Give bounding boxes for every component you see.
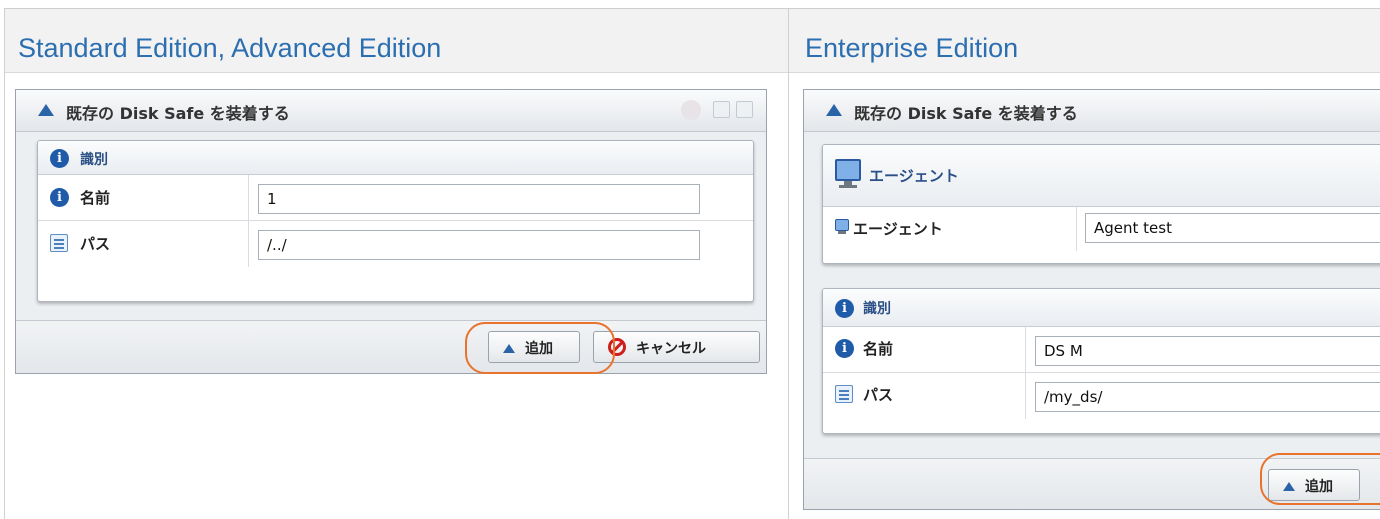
identification-panel: i 識別 i 名前 パス [822,288,1380,434]
agent-section-label: エージェント [869,167,959,185]
path-icon [50,234,68,252]
info-icon: i [50,188,69,207]
close-icon[interactable] [736,101,753,118]
add-button-highlight [465,322,615,374]
enterprise-edition-column: Enterprise Edition 既存の Disk Safe を装着する エ… [789,9,1380,519]
identification-header: i 識別 [823,289,1380,327]
path-input[interactable] [258,230,700,260]
status-dot-icon [681,100,701,120]
name-label: 名前 [863,340,894,358]
path-label: パス [80,235,111,253]
info-icon: i [835,299,854,318]
dialog-titlebar: 既存の Disk Safe を装着する [16,90,766,132]
info-icon: i [50,149,69,168]
info-icon: i [835,339,854,358]
identification-header: i 識別 [38,141,753,175]
dialog-title: 既存の Disk Safe を装着する [66,104,290,123]
identification-panel: i 識別 i 名前 パス [37,140,754,302]
dialog-titlebar: 既存の Disk Safe を装着する [804,90,1380,132]
name-label: 名前 [80,189,111,207]
left-attach-disk-safe-dialog: 既存の Disk Safe を装着する i 識別 i 名前 1 パス /../ … [15,89,767,374]
triangle-up-icon [38,104,54,116]
standard-edition-heading: Standard Edition, Advanced Edition [5,9,788,73]
name-row: i 名前 [823,327,1380,373]
dialog-footer: 追加 キャンセル [16,320,766,373]
identification-label: 識別 [863,301,891,317]
standard-edition-column: Standard Edition, Advanced Edition 既存の D… [4,9,789,519]
agent-row: エージェント [823,207,1380,251]
right-attach-disk-safe-dialog: 既存の Disk Safe を装着する エージェント エージェント Agent … [803,89,1380,510]
path-label: パス [863,386,894,404]
path-row: パス [823,373,1380,419]
agent-label: エージェント [853,220,943,238]
agent-header: エージェント [823,145,1380,207]
triangle-up-icon [826,104,842,116]
maximize-icon[interactable] [713,101,730,118]
path-row: パス [38,221,753,267]
name-input[interactable] [1035,336,1380,366]
cancel-button[interactable]: キャンセル [593,331,760,363]
comparison-table: Standard Edition, Advanced Edition 既存の D… [4,8,1380,519]
enterprise-edition-heading: Enterprise Edition [789,9,1380,73]
agent-panel: エージェント エージェント [822,144,1380,264]
name-input[interactable] [258,184,700,214]
agent-input[interactable] [1085,213,1380,243]
name-row: i 名前 [38,175,753,221]
path-input[interactable] [1035,382,1380,412]
add-button-highlight [1260,453,1380,505]
path-icon [835,385,853,403]
identification-label: 識別 [80,152,108,168]
dialog-title: 既存の Disk Safe を装着する [854,104,1078,123]
cancel-button-label: キャンセル [636,341,706,357]
